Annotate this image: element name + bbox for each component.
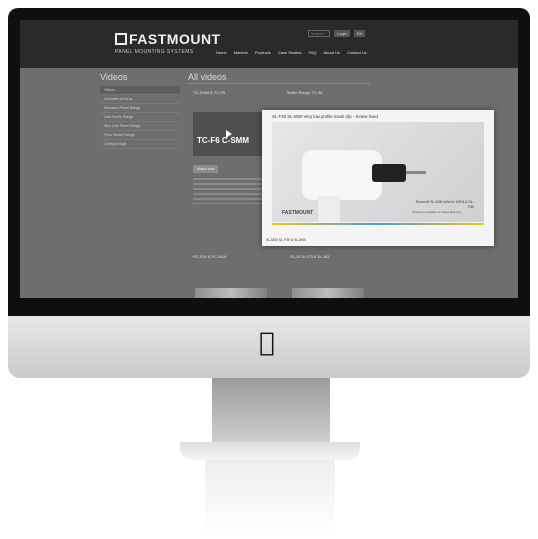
search-input[interactable]: Search: [308, 30, 330, 37]
sidebar-item[interactable]: Standard Panel Range: [100, 104, 180, 113]
popup-logo: FASTMOUNT: [282, 210, 314, 216]
popup-slogan: Setting the standard for Panel Mounting: [412, 210, 462, 214]
nav-markets[interactable]: Markets: [234, 50, 248, 55]
login-button[interactable]: Login: [334, 30, 350, 37]
thumbnail-caption: TC-F6 C-SMM: [197, 136, 249, 145]
page-title: All videos: [188, 72, 227, 82]
stand-reflection: [205, 460, 335, 539]
sidebar-item[interactable]: Ceiling Range: [100, 140, 180, 149]
popup-title: SL-F30 SL-M30 Very low profile mask clip…: [272, 114, 378, 119]
frame-overlay-text: Screw fit SL-M30 w/fix to 100% & SL-F30: [415, 200, 474, 209]
video-description: [193, 178, 265, 204]
popup-caption: SL-M30 SL-F30 & SL-M30: [266, 238, 306, 242]
sidebar-item[interactable]: Low Profile Range: [100, 113, 180, 122]
video-title[interactable]: PC-F16 & PC-M16: [193, 254, 226, 259]
video-title[interactable]: SL-20 SL-F3 & SL-M3: [290, 254, 329, 259]
title-divider: [188, 83, 370, 84]
monitor-stand: [212, 378, 330, 442]
main-nav: Home Markets Products Case Studies FAQ A…: [216, 50, 367, 55]
brand-tagline: PANEL MOUNTING SYSTEMS: [115, 49, 194, 55]
nav-faq[interactable]: FAQ: [309, 50, 317, 55]
site-header: FASTMOUNT PANEL MOUNTING SYSTEMS Search …: [20, 20, 518, 68]
video-thumbnail[interactable]: [195, 288, 267, 298]
logo-mark-icon: [115, 32, 127, 45]
sidebar-item[interactable]: Slim Line Panel Range: [100, 122, 180, 131]
language-button[interactable]: EN: [353, 30, 366, 37]
sidebar-item-videos[interactable]: Videos: [100, 86, 180, 95]
sidebar: Videos Overview & Intros Standard Panel …: [100, 86, 180, 149]
drill-grip: [318, 196, 340, 222]
monitor-chin: : [8, 316, 530, 378]
brand-stripe: [272, 223, 484, 225]
monitor-foot: [180, 442, 360, 460]
video-frame[interactable]: Screw fit SL-M30 w/fix to 100% & SL-F30: [272, 122, 484, 222]
video-thumbnail[interactable]: TC-F6 C-SMM: [193, 112, 267, 156]
sidebar-item[interactable]: Overview & Intros: [100, 95, 180, 104]
watch-now-button[interactable]: Watch now: [193, 165, 218, 173]
nav-about[interactable]: About Us: [324, 50, 340, 55]
nav-contact[interactable]: Contact Us: [347, 50, 367, 55]
video-popup[interactable]: SL-F30 SL-M30 Very low profile mask clip…: [262, 110, 494, 246]
video-title[interactable]: TC-SMM & TC-F6: [193, 90, 225, 95]
video-thumbnail[interactable]: [292, 288, 364, 298]
nav-case-studies[interactable]: Case Studies: [278, 50, 302, 55]
header-utilities: Search Login EN: [308, 30, 366, 37]
nav-home[interactable]: Home: [216, 50, 227, 55]
apple-logo-icon: : [259, 330, 275, 356]
site-logo[interactable]: FASTMOUNT PANEL MOUNTING SYSTEMS: [115, 30, 221, 55]
brand-name: FASTMOUNT: [129, 30, 221, 47]
browser-screen: FASTMOUNT PANEL MOUNTING SYSTEMS Search …: [20, 20, 518, 298]
video-title[interactable]: Textile Range TC-98: [286, 90, 322, 95]
imac-mockup: FASTMOUNT PANEL MOUNTING SYSTEMS Search …: [0, 0, 538, 539]
drill-body: [302, 150, 382, 200]
drill-bit: [406, 171, 426, 174]
drill-chuck: [372, 164, 406, 182]
sidebar-title: Videos: [100, 72, 128, 82]
nav-products[interactable]: Products: [255, 50, 271, 55]
sidebar-item[interactable]: Floor Mount Range: [100, 131, 180, 140]
